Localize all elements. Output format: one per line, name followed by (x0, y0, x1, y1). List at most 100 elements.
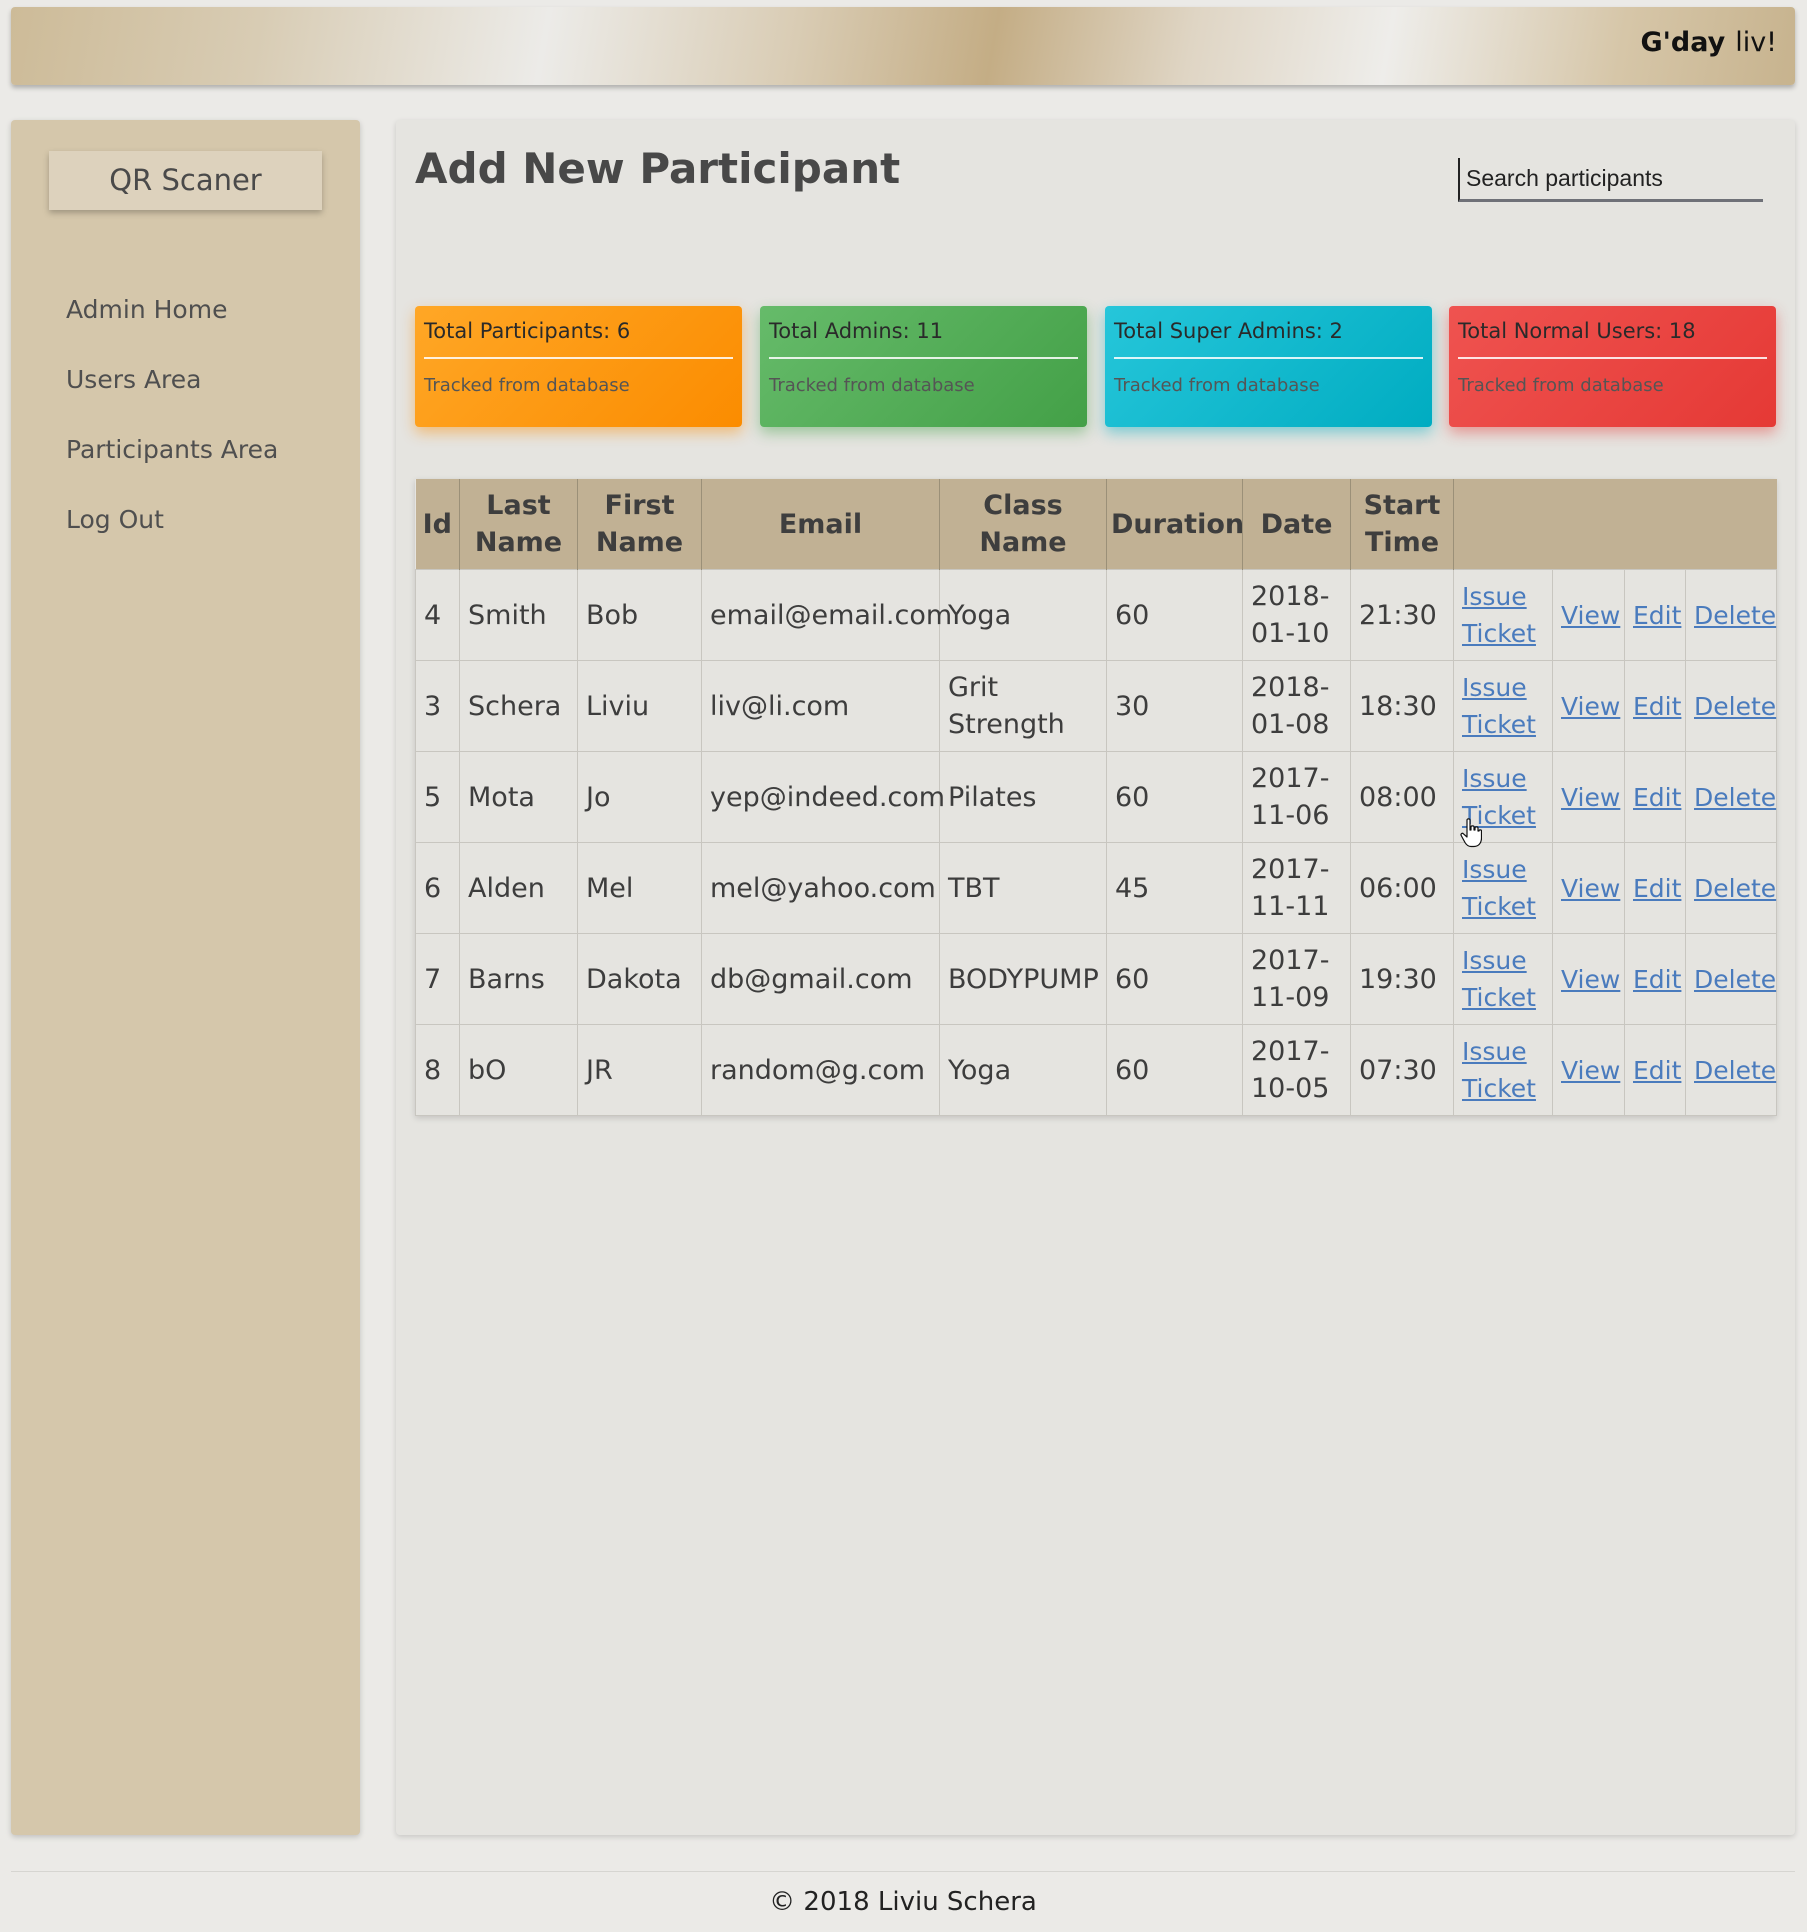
table-header-row: Id Last Name First Name Email Class Name… (415, 479, 1777, 570)
cell-class-name: Pilates (939, 751, 1107, 843)
issue-ticket-link[interactable]: Issue Ticket (1462, 946, 1536, 1012)
cell-first-name: Bob (577, 569, 702, 661)
cell-edit: Edit (1624, 569, 1686, 661)
cell-id: 7 (415, 933, 460, 1025)
column-header-duration[interactable]: Duration (1106, 479, 1244, 570)
view-link[interactable]: View (1561, 601, 1620, 630)
sidebar-item-admin-home[interactable]: Admin Home (66, 295, 278, 365)
column-header-start-time[interactable]: Start Time (1350, 479, 1454, 570)
cell-delete: Delete (1685, 660, 1777, 752)
cell-duration: 60 (1106, 933, 1243, 1025)
column-header-date[interactable]: Date (1242, 479, 1351, 570)
delete-link[interactable]: Delete (1694, 874, 1776, 903)
cell-view: View (1552, 751, 1625, 843)
issue-ticket-line1: Issue (1462, 764, 1527, 793)
cell-email: db@gmail.com (701, 933, 940, 1025)
page-title[interactable]: Add New Participant (415, 144, 900, 193)
cell-email: liv@li.com (701, 660, 940, 752)
issue-ticket-link[interactable]: Issue Ticket (1462, 855, 1536, 921)
stat-card-admins: Total Admins: 11 Tracked from database (760, 306, 1087, 427)
column-header-class-name[interactable]: Class Name (939, 479, 1107, 570)
cell-id: 6 (415, 842, 460, 934)
cell-first-name: Liviu (577, 660, 702, 752)
column-header-first-name[interactable]: First Name (577, 479, 702, 570)
cell-class-name: Yoga (939, 569, 1107, 661)
sidebar-item-users-area[interactable]: Users Area (66, 365, 278, 435)
delete-link[interactable]: Delete (1694, 1056, 1776, 1085)
delete-link[interactable]: Delete (1694, 692, 1776, 721)
stat-card-subtitle: Tracked from database (1114, 375, 1320, 396)
cell-edit: Edit (1624, 1024, 1686, 1116)
column-header-last-name[interactable]: Last Name (459, 479, 578, 570)
cell-delete: Delete (1685, 569, 1777, 661)
edit-link[interactable]: Edit (1633, 601, 1681, 630)
issue-ticket-line1: Issue (1462, 582, 1527, 611)
issue-ticket-link[interactable]: Issue Ticket (1462, 764, 1536, 830)
greeting-text: G'day (1640, 27, 1726, 58)
issue-ticket-link[interactable]: Issue Ticket (1462, 582, 1536, 648)
cell-view: View (1552, 569, 1625, 661)
edit-link[interactable]: Edit (1633, 965, 1681, 994)
cell-issue-ticket: Issue Ticket (1453, 1024, 1553, 1116)
cell-last-name: Alden (459, 842, 578, 934)
cell-date: 2018-01-10 (1242, 569, 1351, 661)
delete-link[interactable]: Delete (1694, 783, 1776, 812)
view-link[interactable]: View (1561, 965, 1620, 994)
cell-first-name: Jo (577, 751, 702, 843)
cell-id: 8 (415, 1024, 460, 1116)
view-link[interactable]: View (1561, 783, 1620, 812)
cell-view: View (1552, 660, 1625, 752)
cell-duration: 60 (1106, 569, 1243, 661)
cell-issue-ticket: Issue Ticket (1453, 569, 1553, 661)
view-link[interactable]: View (1561, 874, 1620, 903)
cell-issue-ticket: Issue Ticket (1453, 842, 1553, 934)
column-header-id[interactable]: Id (415, 479, 460, 570)
stats-cards: Total Participants: 6 Tracked from datab… (415, 306, 1776, 427)
cell-id: 3 (415, 660, 460, 752)
cell-id: 4 (415, 569, 460, 661)
cell-date: 2017-11-06 (1242, 751, 1351, 843)
sidebar-item-participants-area[interactable]: Participants Area (66, 435, 278, 505)
cell-email: mel@yahoo.com (701, 842, 940, 934)
cell-date: 2017-10-05 (1242, 1024, 1351, 1116)
cell-delete: Delete (1685, 1024, 1777, 1116)
cell-start-time: 06:00 (1350, 842, 1454, 934)
cell-last-name: Smith (459, 569, 578, 661)
edit-link[interactable]: Edit (1633, 1056, 1681, 1085)
participants-table-container: Id Last Name First Name Email Class Name… (415, 479, 1777, 1116)
stat-card-title: Total Normal Users: 18 (1458, 319, 1767, 359)
issue-ticket-link[interactable]: Issue Ticket (1462, 1037, 1536, 1103)
edit-link[interactable]: Edit (1633, 874, 1681, 903)
footer: © 2018 Liviu Schera (11, 1871, 1795, 1929)
top-header-bar: G'day liv! (11, 7, 1795, 85)
cell-edit: Edit (1624, 751, 1686, 843)
cell-start-time: 21:30 (1350, 569, 1454, 661)
delete-link[interactable]: Delete (1694, 965, 1776, 994)
edit-link[interactable]: Edit (1633, 692, 1681, 721)
cell-view: View (1552, 1024, 1625, 1116)
column-header-email[interactable]: Email (701, 479, 940, 570)
stat-card-subtitle: Tracked from database (769, 375, 975, 396)
issue-ticket-line2: Ticket (1462, 1074, 1536, 1103)
stat-card-subtitle: Tracked from database (424, 375, 630, 396)
column-header-actions (1454, 479, 1777, 570)
edit-link[interactable]: Edit (1633, 783, 1681, 812)
delete-link[interactable]: Delete (1694, 601, 1776, 630)
brand-logo-button[interactable]: QR Scaner (49, 151, 322, 210)
issue-ticket-line2: Ticket (1462, 892, 1536, 921)
cell-first-name: JR (577, 1024, 702, 1116)
stat-card-normal-users: Total Normal Users: 18 Tracked from data… (1449, 306, 1776, 427)
issue-ticket-link[interactable]: Issue Ticket (1462, 673, 1536, 739)
cell-start-time: 07:30 (1350, 1024, 1454, 1116)
cell-class-name: TBT (939, 842, 1107, 934)
cell-start-time: 19:30 (1350, 933, 1454, 1025)
cell-duration: 60 (1106, 1024, 1243, 1116)
issue-ticket-line1: Issue (1462, 673, 1527, 702)
cell-first-name: Mel (577, 842, 702, 934)
view-link[interactable]: View (1561, 692, 1620, 721)
sidebar-item-log-out[interactable]: Log Out (66, 505, 278, 575)
search-input[interactable] (1458, 158, 1763, 202)
view-link[interactable]: View (1561, 1056, 1620, 1085)
cell-last-name: Barns (459, 933, 578, 1025)
cell-email: email@email.com (701, 569, 952, 661)
